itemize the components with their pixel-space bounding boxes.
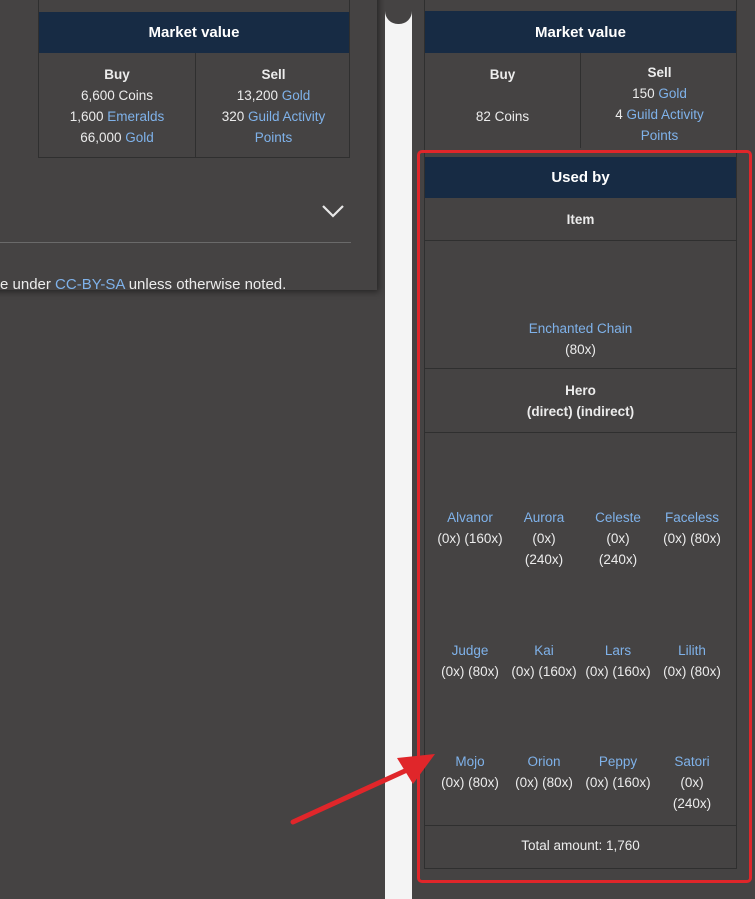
- hero-cell: Faceless (0x) (80x): [663, 510, 721, 546]
- left-buy-gold: 66,000 Gold: [80, 130, 154, 145]
- hero-link-aurora[interactable]: Aurora: [524, 510, 565, 525]
- used-by-header: Used by: [425, 157, 736, 198]
- hero-cell: Lilith (0x) (80x): [663, 643, 721, 679]
- chevron-down-icon[interactable]: [321, 204, 345, 218]
- hero-cell: Aurora (0x) (240x): [523, 510, 565, 567]
- hero-cell: Peppy (0x) (160x): [585, 754, 651, 790]
- right-buy-value: 82 Coins: [475, 109, 530, 124]
- right-buy-header: Buy: [489, 67, 516, 82]
- hero-header-row: Hero (direct) (indirect): [425, 369, 736, 433]
- hero-cell: Judge (0x) (80x): [441, 643, 499, 679]
- hero-link-mojo[interactable]: Mojo: [455, 754, 484, 769]
- item-header-row: Item: [425, 198, 736, 241]
- right-market-value-body: Buy 82 Coins Sell 150 Gold 4 Guild Activ…: [425, 53, 736, 148]
- hero-link-celeste[interactable]: Celeste: [595, 510, 641, 525]
- left-buy-column: Buy 6,600 Coins 1,600 Emeralds 66,000 Go…: [39, 53, 195, 157]
- hero-cell: Alvanor (0x) (160x): [437, 510, 503, 546]
- gold-link[interactable]: Gold: [658, 86, 687, 101]
- hero-cell: Orion (0x) (80x): [515, 754, 573, 790]
- divider: [0, 242, 351, 243]
- hero-subheader: (direct) (indirect): [526, 404, 635, 419]
- item-quantity: (80x): [565, 342, 596, 357]
- license-text: e under CC-BY-SA unless otherwise noted.: [0, 276, 287, 293]
- left-buy-header: Buy: [104, 67, 130, 82]
- right-infobox: Market value Buy 82 Coins Sell 150 Gold …: [424, 0, 737, 869]
- guild-activity-points-link-cont[interactable]: Points: [255, 130, 293, 145]
- left-buy-coins: 6,600 Coins: [80, 88, 154, 103]
- hero-cell: Satori (0x) (240x): [672, 754, 712, 811]
- item-row: Enchanted Chain (80x): [425, 241, 736, 369]
- hero-link-lilith[interactable]: Lilith: [678, 643, 706, 658]
- hero-header: Hero: [565, 383, 596, 398]
- hero-link-lars[interactable]: Lars: [605, 643, 631, 658]
- gold-link[interactable]: Gold: [282, 88, 311, 103]
- pane-separator-cap: [385, 0, 412, 24]
- right-buy-column: Buy 82 Coins: [425, 53, 580, 148]
- guild-activity-points-link-cont[interactable]: Points: [641, 128, 679, 143]
- hero-link-kai[interactable]: Kai: [534, 643, 554, 658]
- arrow-annotation: [290, 754, 435, 825]
- hero-grid: Alvanor (0x) (160x) Aurora (0x) (240x) Cele…: [425, 433, 736, 826]
- hero-cell: Lars (0x) (160x): [585, 643, 651, 679]
- guild-activity-points-link[interactable]: Guild Activity: [248, 109, 325, 124]
- right-sell-guild: 4 Guild Activity: [615, 107, 704, 122]
- emeralds-link[interactable]: Emeralds: [107, 109, 164, 124]
- gold-link[interactable]: Gold: [125, 130, 154, 145]
- right-sell-header: Sell: [647, 65, 672, 80]
- total-amount: Total amount: 1,760: [521, 838, 640, 853]
- left-market-value-header: Market value: [39, 12, 349, 53]
- hero-link-judge[interactable]: Judge: [452, 643, 489, 658]
- left-sell-header: Sell: [261, 67, 286, 82]
- hero-link-faceless[interactable]: Faceless: [665, 510, 719, 525]
- hero-link-orion[interactable]: Orion: [527, 754, 560, 769]
- item-header: Item: [566, 212, 595, 227]
- hero-link-satori[interactable]: Satori: [674, 754, 709, 769]
- hero-link-peppy[interactable]: Peppy: [599, 754, 637, 769]
- right-sell-gold: 150 Gold: [632, 86, 687, 101]
- hero-cell: Kai (0x) (160x): [511, 643, 577, 679]
- left-sell-gold: 13,200 Gold: [236, 88, 311, 103]
- enchanted-chain-link[interactable]: Enchanted Chain: [529, 321, 633, 336]
- cc-by-sa-link[interactable]: CC-BY-SA: [55, 276, 124, 293]
- left-sell-column: Sell 13,200 Gold 320 Guild Activity Poin…: [196, 53, 351, 157]
- right-sell-column: Sell 150 Gold 4 Guild Activity Points: [581, 53, 738, 148]
- guild-activity-points-link[interactable]: Guild Activity: [627, 107, 704, 122]
- right-market-value-header: Market value: [425, 11, 736, 53]
- left-buy-emeralds: 1,600 Emeralds: [69, 109, 165, 124]
- left-article-panel: Market value Buy 6,600 Coins 1,600 Emera…: [0, 0, 377, 293]
- left-sell-guild: 320 Guild Activity: [221, 109, 326, 124]
- left-market-value-box: Market value Buy 6,600 Coins 1,600 Emera…: [38, 0, 350, 158]
- hero-cell: Celeste (0x) (240x): [595, 510, 641, 567]
- hero-link-alvanor[interactable]: Alvanor: [447, 510, 493, 525]
